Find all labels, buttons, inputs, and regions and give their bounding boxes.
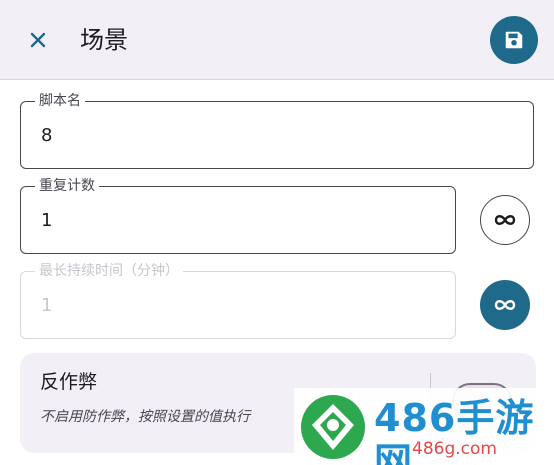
max-duration-value: 1 xyxy=(41,295,53,316)
close-icon xyxy=(30,32,46,48)
save-button[interactable] xyxy=(490,16,538,64)
duration-infinite-button[interactable] xyxy=(480,280,530,330)
watermark-url: 486g.com xyxy=(412,439,497,459)
script-name-value: 8 xyxy=(41,125,53,146)
watermark: 486手游网 486g.com xyxy=(294,388,554,465)
repeat-count-label: 重复计数 xyxy=(35,177,99,195)
max-duration-field: 最长持续时间（分钟） 1 xyxy=(20,262,456,339)
watermark-logo-icon xyxy=(301,395,365,459)
max-duration-label: 最长持续时间（分钟） xyxy=(35,262,183,280)
anti-cheat-description: 不启用防作弊，按照设置的值执行 xyxy=(40,409,250,425)
infinity-icon xyxy=(494,300,516,310)
repeat-count-field[interactable]: 重复计数 1 xyxy=(20,177,456,254)
anti-cheat-title: 反作弊 xyxy=(40,371,98,393)
repeat-infinite-button[interactable] xyxy=(480,195,530,245)
infinity-icon xyxy=(494,215,516,225)
repeat-count-value: 1 xyxy=(41,210,53,231)
script-name-field[interactable]: 脚本名 8 xyxy=(20,92,534,169)
app-bar: 场景 xyxy=(0,0,554,80)
save-icon xyxy=(505,31,523,49)
page-title: 场景 xyxy=(80,26,128,54)
script-name-label: 脚本名 xyxy=(35,92,85,110)
close-button[interactable] xyxy=(24,26,52,54)
